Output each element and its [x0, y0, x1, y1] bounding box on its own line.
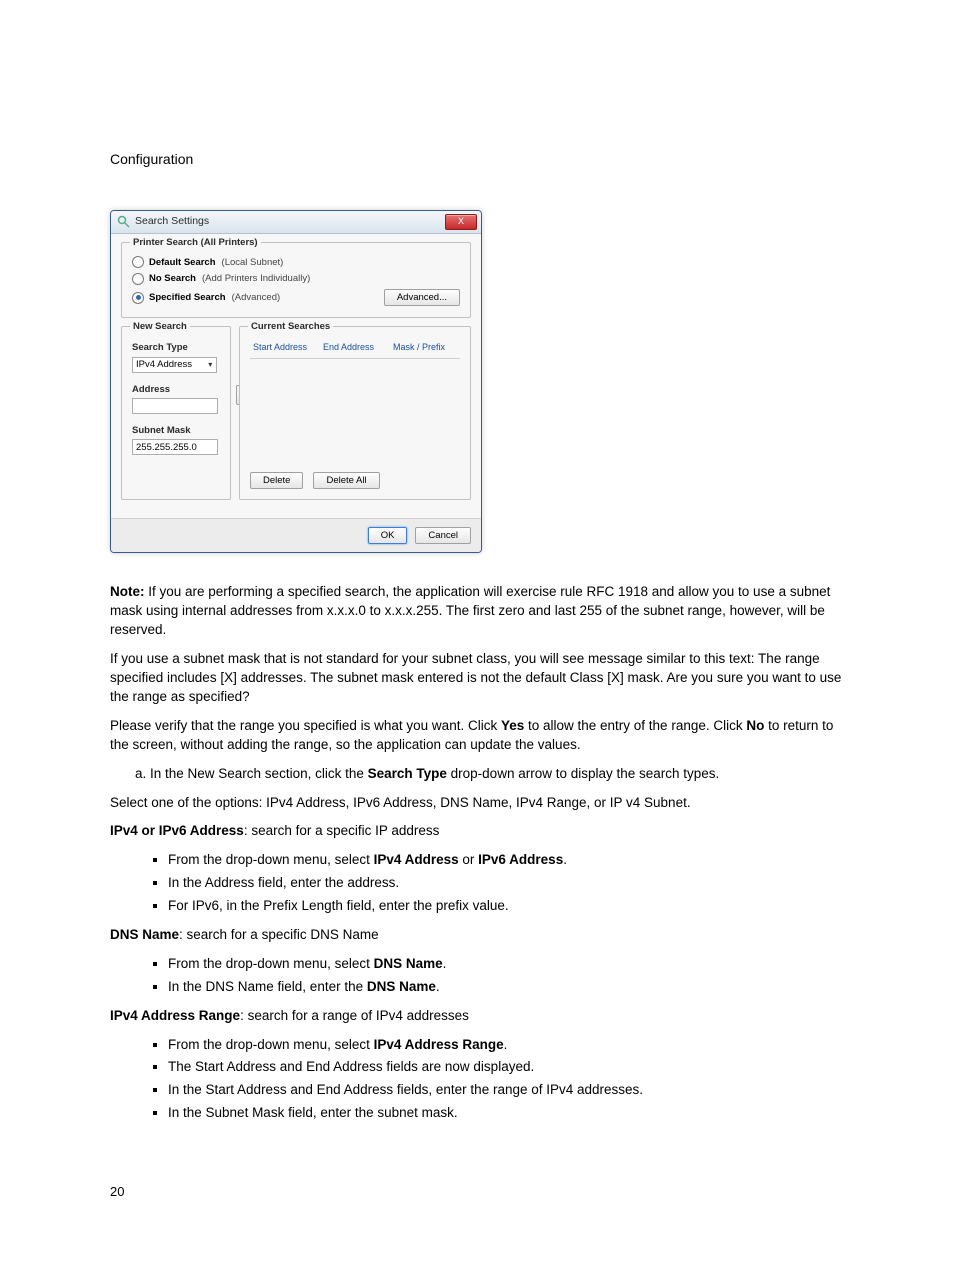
search-settings-dialog: Search Settings X Printer Search (All Pr…: [110, 210, 482, 554]
dialog-footer: OK Cancel: [111, 518, 481, 552]
list-item: In the New Search section, click the Sea…: [150, 765, 844, 784]
section-heading: IPv4 Address Range: search for a range o…: [110, 1007, 844, 1026]
list-item: In the Address field, enter the address.: [168, 874, 844, 893]
list-item: In the Subnet Mask field, enter the subn…: [168, 1104, 844, 1123]
paragraph: Select one of the options: IPv4 Address,…: [110, 794, 844, 813]
searches-table-body: [250, 359, 460, 466]
subnet-mask-label: Subnet Mask: [132, 424, 220, 437]
chevron-down-icon: ▾: [204, 359, 216, 371]
radio-default-search[interactable]: [132, 256, 144, 268]
printer-search-group: Printer Search (All Printers) Default Se…: [121, 242, 471, 319]
delete-all-button[interactable]: Delete All: [313, 472, 379, 489]
page-header: Configuration: [110, 150, 844, 170]
radio-label: No Search: [149, 272, 196, 285]
close-button[interactable]: X: [445, 214, 477, 230]
section-heading: DNS Name: search for a specific DNS Name: [110, 926, 844, 945]
document-body: Note: If you are performing a specified …: [110, 583, 844, 1201]
radio-hint: (Add Printers Individually): [202, 272, 310, 285]
subnet-mask-input[interactable]: [132, 439, 218, 455]
ok-button[interactable]: OK: [368, 527, 408, 544]
searches-table-header: Start Address End Address Mask / Prefix: [250, 339, 460, 359]
dialog-titlebar: Search Settings X: [111, 211, 481, 234]
radio-label: Specified Search: [149, 291, 226, 304]
app-icon: [117, 215, 131, 229]
search-type-label: Search Type: [132, 341, 220, 354]
address-label: Address: [132, 383, 220, 396]
list-item: The Start Address and End Address fields…: [168, 1058, 844, 1077]
advanced-button[interactable]: Advanced...: [384, 289, 460, 306]
ordered-list: In the New Search section, click the Sea…: [150, 765, 844, 784]
radio-label: Default Search: [149, 256, 216, 269]
col-start-address[interactable]: Start Address: [250, 339, 320, 356]
note-label: Note:: [110, 584, 145, 599]
note-text: If you are performing a specified search…: [110, 584, 830, 637]
bullet-list: From the drop-down menu, select IPv4 Add…: [168, 851, 844, 916]
page-number: 20: [110, 1183, 844, 1201]
new-search-group: New Search Search Type ▾ Address Subnet …: [121, 326, 231, 500]
list-item: For IPv6, in the Prefix Length field, en…: [168, 897, 844, 916]
cancel-button[interactable]: Cancel: [415, 527, 471, 544]
radio-hint: (Local Subnet): [222, 256, 284, 269]
address-input[interactable]: [132, 398, 218, 414]
list-item: From the drop-down menu, select DNS Name…: [168, 955, 844, 974]
dialog-title: Search Settings: [135, 214, 445, 229]
delete-button[interactable]: Delete: [250, 472, 303, 489]
current-searches-group: Current Searches Start Address End Addre…: [239, 326, 471, 500]
group-legend: New Search: [130, 320, 190, 333]
list-item: In the DNS Name field, enter the DNS Nam…: [168, 978, 844, 997]
group-legend: Current Searches: [248, 320, 333, 333]
bullet-list: From the drop-down menu, select IPv4 Add…: [168, 1036, 844, 1124]
col-end-address[interactable]: End Address: [320, 339, 390, 356]
list-item: In the Start Address and End Address fie…: [168, 1081, 844, 1100]
group-legend: Printer Search (All Printers): [130, 236, 261, 249]
list-item: From the drop-down menu, select IPv4 Add…: [168, 851, 844, 870]
bullet-list: From the drop-down menu, select DNS Name…: [168, 955, 844, 997]
col-mask-prefix[interactable]: Mask / Prefix: [390, 339, 460, 356]
paragraph: Please verify that the range you specifi…: [110, 717, 844, 755]
radio-no-search[interactable]: [132, 273, 144, 285]
radio-specified-search[interactable]: [132, 292, 144, 304]
radio-hint: (Advanced): [232, 291, 281, 304]
section-heading: IPv4 or IPv6 Address: search for a speci…: [110, 822, 844, 841]
list-item: From the drop-down menu, select IPv4 Add…: [168, 1036, 844, 1055]
paragraph: If you use a subnet mask that is not sta…: [110, 650, 844, 707]
